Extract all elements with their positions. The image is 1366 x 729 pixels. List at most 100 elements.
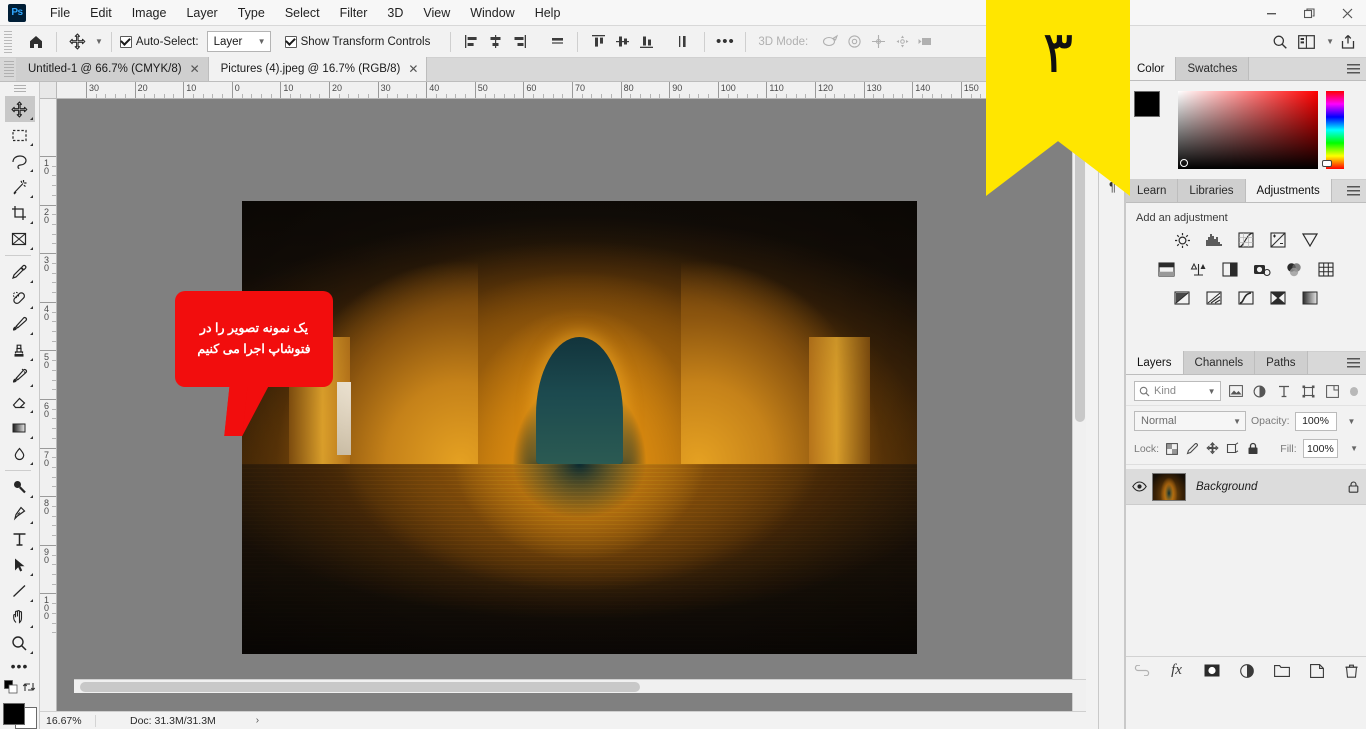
close-tab-icon[interactable]: ✕ [408,62,418,76]
menu-layer[interactable]: Layer [176,3,227,23]
share-icon[interactable] [1336,30,1360,54]
menu-window[interactable]: Window [460,3,524,23]
move-tool[interactable] [4,96,35,123]
brightness-contrast-icon[interactable] [1172,230,1192,250]
workspace-chevron-down-icon[interactable]: ▼ [1326,37,1334,46]
panel-tab-channels[interactable]: Channels [1183,351,1256,374]
zoom-level[interactable]: 16.67% [40,714,96,727]
distribute-horizontal-icon[interactable] [545,30,569,54]
layer-visibility-eye-icon[interactable] [1126,481,1152,492]
curves-icon[interactable] [1236,230,1256,250]
menu-type[interactable]: Type [228,3,275,23]
layer-thumbnail[interactable] [1152,472,1186,501]
color-panel-menu-icon[interactable] [1347,64,1360,75]
crop-tool[interactable] [5,200,35,226]
default-colors-icon[interactable] [3,680,18,699]
menu-image[interactable]: Image [122,3,177,23]
auto-select-scope-dropdown[interactable]: Layer ▼ [206,31,271,52]
eyedropper-tool[interactable] [5,259,35,285]
tools-panel-grip[interactable] [13,85,26,95]
adjustment-filter-icon[interactable] [1251,381,1269,401]
layer-style-fx-icon[interactable]: fx [1167,661,1187,681]
blend-mode-dropdown[interactable]: Normal ▼ [1134,411,1246,431]
hue-slider-marker[interactable] [1322,160,1332,167]
invert-icon[interactable] [1172,288,1192,308]
healing-brush-tool[interactable] [5,285,35,311]
path-selection-tool[interactable] [5,552,35,578]
menu-filter[interactable]: Filter [330,3,378,23]
auto-select-checkbox[interactable] [119,35,132,48]
panel-tab-libraries[interactable]: Libraries [1178,179,1246,202]
align-bottom-edges-icon[interactable] [634,30,658,54]
exposure-icon[interactable] [1268,230,1288,250]
layers-panel-menu-icon[interactable] [1347,358,1360,369]
restore-button[interactable] [1290,0,1328,26]
type-tool[interactable] [5,526,35,552]
marquee-tool[interactable] [5,122,35,148]
new-group-icon[interactable] [1272,661,1292,681]
lock-all-icon[interactable] [1246,440,1260,457]
options-bar-grip[interactable] [4,30,12,53]
threshold-icon[interactable] [1236,288,1256,308]
shape-filter-icon[interactable] [1299,381,1317,401]
home-icon[interactable] [24,30,48,54]
align-left-edges-icon[interactable] [459,30,483,54]
pixel-filter-icon[interactable] [1227,381,1245,401]
opacity-chevron-down-icon[interactable]: ▼ [1348,417,1356,426]
magic-wand-tool[interactable] [5,174,35,200]
filter-enable-toggle[interactable] [1349,386,1358,396]
adjustment-layer-icon[interactable] [1237,661,1257,681]
tab-bar-grip[interactable] [4,61,14,79]
hue-slider[interactable] [1322,91,1344,169]
search-icon[interactable] [1268,30,1292,54]
color-swatches[interactable] [2,703,37,729]
adjustments-panel-menu-icon[interactable] [1347,186,1360,197]
align-vertical-centers-icon[interactable] [610,30,634,54]
panel-tab-layers[interactable]: Layers [1126,351,1184,374]
layer-row[interactable]: Background [1126,469,1366,505]
layer-kind-filter[interactable]: Kind ▼ [1134,381,1221,401]
panel-tab-paths[interactable]: Paths [1255,351,1308,374]
canvas-horizontal-scrollbar[interactable] [74,679,1086,693]
distribute-vertical-icon[interactable] [672,30,696,54]
tool-preset-chevron-icon[interactable]: ▼ [95,37,103,46]
blur-tool[interactable] [5,441,35,467]
menu-3d[interactable]: 3D [377,3,413,23]
frame-tool[interactable] [5,226,35,252]
dodge-tool[interactable] [5,474,35,500]
more-tools-button[interactable]: ••• [5,656,35,676]
menu-view[interactable]: View [413,3,460,23]
panel-tab-swatches[interactable]: Swatches [1176,57,1250,80]
new-layer-icon[interactable] [1307,661,1327,681]
color-field-marker[interactable] [1180,159,1188,167]
color-field[interactable] [1178,91,1318,169]
lasso-tool[interactable] [5,148,35,174]
align-horizontal-centers-icon[interactable] [483,30,507,54]
menu-help[interactable]: Help [525,3,571,23]
foreground-color-chip[interactable] [1134,91,1160,117]
vibrance-icon[interactable] [1300,230,1320,250]
zoom-tool[interactable] [5,630,35,656]
swap-colors-icon[interactable] [22,680,36,699]
hand-tool[interactable] [5,604,35,630]
opacity-input[interactable]: 100% [1294,411,1337,431]
delete-layer-icon[interactable] [1342,661,1362,681]
color-balance-icon[interactable] [1188,259,1208,279]
more-align-options-button[interactable]: ••• [713,30,737,54]
lock-image-icon[interactable] [1185,440,1199,457]
menu-select[interactable]: Select [275,3,330,23]
menu-file[interactable]: File [40,3,80,23]
link-layers-icon[interactable] [1132,661,1152,681]
layer-locked-icon[interactable] [1340,480,1366,493]
brush-tool[interactable] [5,311,35,337]
type-filter-icon[interactable] [1275,381,1293,401]
photo-filter-icon[interactable] [1252,259,1272,279]
color-lookup-icon[interactable] [1316,259,1336,279]
selective-color-icon[interactable] [1268,288,1288,308]
lock-artboard-icon[interactable] [1226,440,1240,457]
smart-object-filter-icon[interactable] [1324,381,1342,401]
canvas-scroll-area[interactable]: یک نمونه تصویر را در فتوشاپ اجرا می کنیم [57,99,1086,711]
status-expand-arrow-icon[interactable]: › [256,715,259,726]
scrollbar-thumb[interactable] [1075,122,1085,422]
document-tab[interactable]: Untitled-1 @ 66.7% (CMYK/8) ✕ [16,57,209,81]
